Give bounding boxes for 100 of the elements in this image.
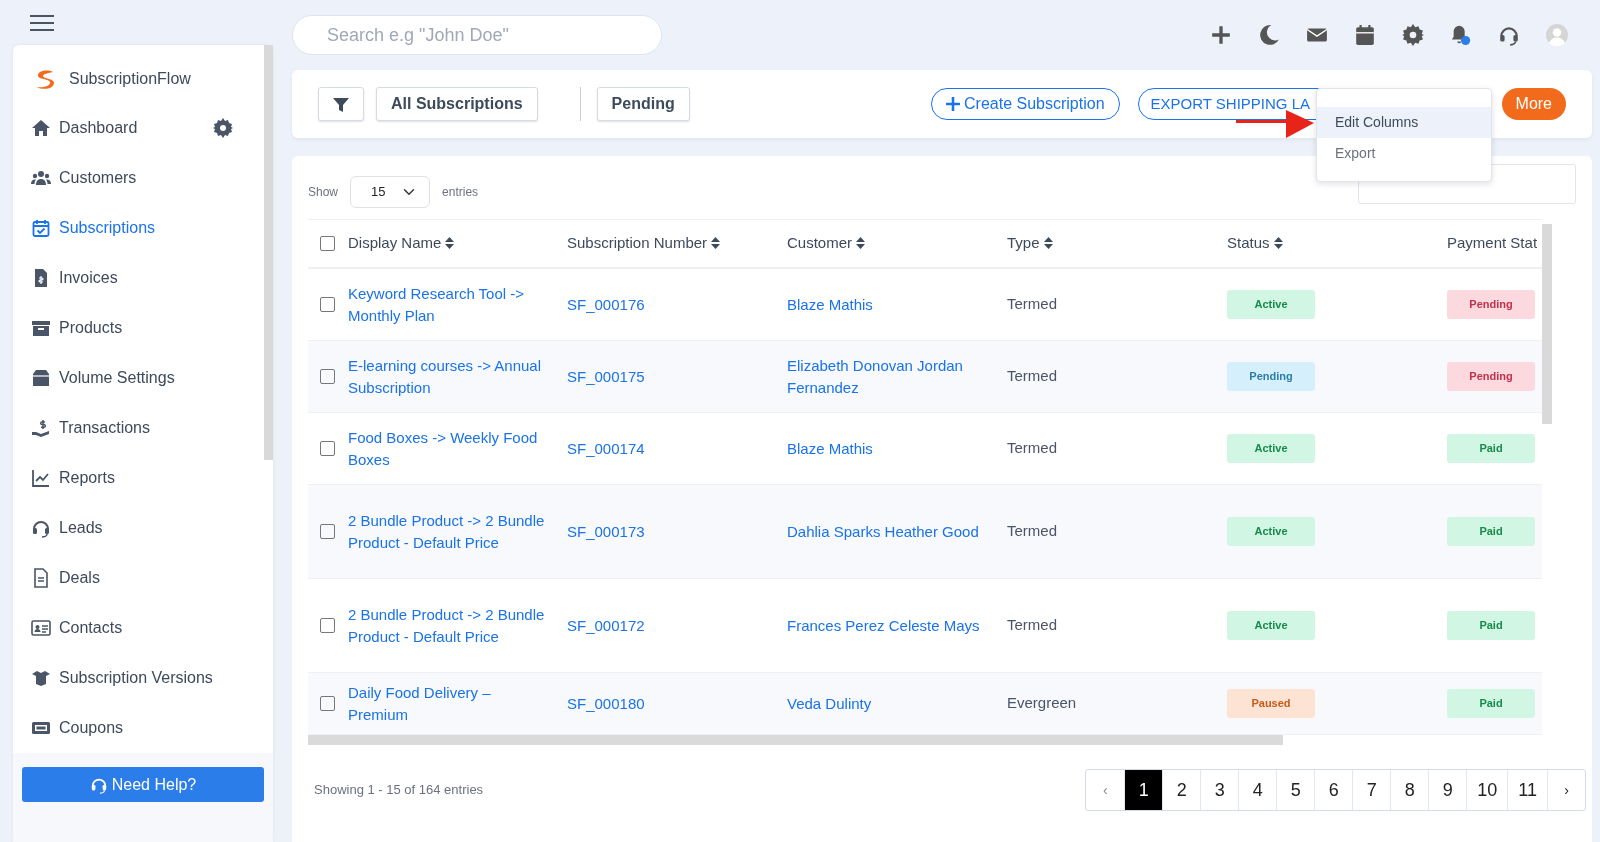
subscription-number-link[interactable]: SF_000176 (567, 293, 767, 316)
page-button[interactable]: 2 (1162, 770, 1201, 810)
page-button[interactable]: 5 (1276, 770, 1315, 810)
subscription-number-link[interactable]: SF_000172 (567, 614, 767, 637)
subscription-number-link[interactable]: SF_000175 (567, 365, 767, 388)
sidebar-item[interactable]: Volume Settings (13, 353, 263, 403)
status-tag: Active (1227, 434, 1315, 463)
entries-summary: Showing 1 - 15 of 164 entries (314, 781, 484, 800)
view-button[interactable]: Pending (596, 87, 690, 121)
menu-item[interactable]: Export (1317, 138, 1491, 169)
menu-icon[interactable] (30, 14, 54, 31)
sort-icon[interactable] (856, 237, 866, 250)
sidebar-item[interactable]: Dashboard (13, 103, 263, 153)
view-button[interactable]: All Subscriptions (376, 87, 538, 121)
column-header[interactable]: Payment Stat (1447, 234, 1538, 252)
scrollbar[interactable] (1542, 224, 1552, 424)
page-button[interactable]: 3 (1200, 770, 1239, 810)
sidebar-item[interactable]: Transactions (13, 403, 263, 453)
subscription-link[interactable]: E-learning courses -> Annual Subscription (348, 354, 547, 399)
subscription-number-link[interactable]: SF_000180 (567, 692, 767, 715)
status-tag: Pending (1227, 362, 1315, 391)
row-checkbox[interactable] (320, 524, 335, 539)
column-header[interactable]: Display Name (348, 234, 442, 252)
users-icon (31, 168, 51, 188)
customer-link[interactable]: Dahlia Sparks Heather Good (787, 520, 987, 543)
sidebar-item[interactable]: Customers (13, 153, 263, 203)
next-page-button[interactable]: › (1547, 770, 1585, 810)
calendar-icon[interactable] (1354, 24, 1376, 46)
status-tag: Active (1227, 290, 1315, 319)
column-header[interactable]: Type (1007, 234, 1040, 252)
sidebar-item[interactable]: Subscription Versions (13, 653, 263, 703)
brand-name: SubscriptionFlow (69, 69, 191, 89)
sidebar-item[interactable]: Subscriptions (13, 203, 263, 253)
payment-tag: Paid (1447, 517, 1535, 546)
subscription-link[interactable]: Keyword Research Tool -> Monthly Plan (348, 282, 547, 327)
sort-icon[interactable] (711, 237, 721, 250)
row-checkbox[interactable] (320, 441, 335, 456)
sidebar-item[interactable]: Reports (13, 453, 263, 503)
sidebar-item[interactable]: Products (13, 303, 263, 353)
customer-link[interactable]: Blaze Mathis (787, 293, 987, 316)
customer-link[interactable]: Elizabeth Donovan Jordan Fernandez (787, 354, 987, 399)
column-header[interactable]: Status (1227, 234, 1270, 252)
type-text: Termed (1007, 522, 1058, 540)
row-checkbox[interactable] (320, 369, 335, 384)
id-card-icon (31, 618, 51, 638)
settings-icon[interactable] (1402, 24, 1424, 46)
sidebar-item[interactable]: Coupons (13, 703, 263, 753)
menu-item[interactable]: Edit Columns (1317, 107, 1491, 138)
settings-icon[interactable] (213, 118, 233, 138)
status-tag: Active (1227, 611, 1315, 640)
document-icon (31, 568, 51, 588)
payment-tag: Pending (1447, 290, 1535, 319)
headset-icon[interactable] (1498, 24, 1520, 46)
sidebar-item[interactable]: Leads (13, 503, 263, 553)
customer-link[interactable]: Frances Perez Celeste Mays (787, 614, 987, 637)
sidebar-item[interactable]: Deals (13, 553, 263, 603)
page-button[interactable]: 11 (1507, 770, 1547, 810)
page-button[interactable]: 4 (1238, 770, 1277, 810)
plus-icon (946, 97, 961, 111)
filter-icon (333, 96, 349, 113)
page-button[interactable]: 1 (1124, 770, 1163, 810)
subscription-link[interactable]: Daily Food Delivery – Premium (348, 681, 547, 726)
sort-icon[interactable] (445, 237, 455, 250)
hand-coin-icon (31, 418, 51, 438)
entries-label: entries (442, 183, 479, 201)
sidebar-item[interactable]: Contacts (13, 603, 263, 653)
sort-icon[interactable] (1043, 237, 1053, 250)
page-button[interactable]: 10 (1466, 770, 1508, 810)
row-checkbox[interactable] (320, 696, 335, 711)
scrollbar[interactable] (308, 735, 1283, 745)
calendar-check-icon (31, 218, 51, 238)
sort-icon[interactable] (1273, 237, 1283, 250)
customer-link[interactable]: Blaze Mathis (787, 437, 987, 460)
customer-link[interactable]: Veda Dulinty (787, 692, 987, 715)
row-checkbox[interactable] (320, 618, 335, 633)
subscription-link[interactable]: 2 Bundle Product -> 2 Bundle Product - Default Price (348, 509, 547, 554)
column-header[interactable]: Subscription Number (567, 234, 708, 252)
bell-icon[interactable] (1450, 24, 1472, 46)
filter-button[interactable] (318, 87, 364, 121)
column-header[interactable]: Customer (787, 234, 853, 252)
page-button[interactable]: 7 (1352, 770, 1391, 810)
help-button[interactable]: Need Help? (22, 767, 264, 802)
create-subscription-button[interactable]: Create Subscription (931, 88, 1120, 120)
scrollbar[interactable] (264, 45, 273, 460)
page-button[interactable]: 6 (1314, 770, 1353, 810)
sidebar-item[interactable]: Invoices (13, 253, 263, 303)
page-button[interactable]: 9 (1428, 770, 1467, 810)
page-size-select[interactable]: 15 (350, 175, 431, 208)
previous-page-button[interactable]: ‹ (1086, 770, 1125, 810)
headset-icon (31, 518, 51, 538)
subscription-link[interactable]: 2 Bundle Product -> 2 Bundle Product - Default Price (348, 603, 547, 648)
row-checkbox[interactable] (320, 297, 335, 312)
moon-icon[interactable] (1258, 24, 1280, 46)
subscription-number-link[interactable]: SF_000174 (567, 437, 767, 460)
subscription-number-link[interactable]: SF_000173 (567, 520, 767, 543)
plus-icon[interactable] (1210, 24, 1232, 46)
search-field[interactable]: Search e.g "John Doe" (292, 15, 662, 55)
subscription-link[interactable]: Food Boxes -> Weekly Food Boxes (348, 426, 547, 471)
page-button[interactable]: 8 (1390, 770, 1429, 810)
select-all-checkbox[interactable] (320, 236, 335, 251)
